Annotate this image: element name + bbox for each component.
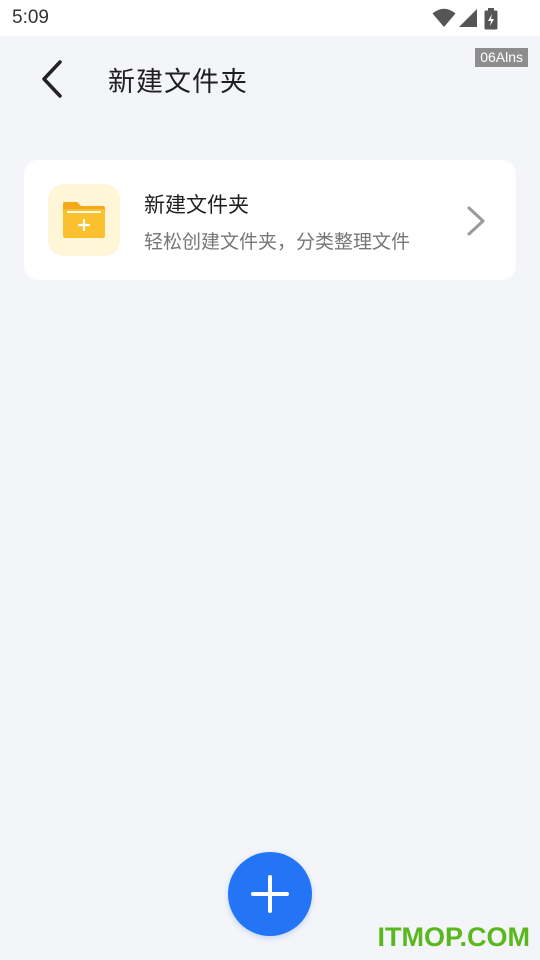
folder-plus-icon	[63, 202, 105, 238]
screen: 5:09 06Alns 新建文件夹 新建文件夹 轻松创建文件夹，分类整理文件 I…	[0, 0, 540, 960]
status-time: 5:09	[12, 7, 49, 28]
status-bar: 5:09	[0, 0, 540, 36]
status-icons	[432, 8, 498, 30]
cellular-signal-icon	[459, 9, 477, 27]
card-icon-container	[48, 184, 120, 256]
wifi-icon	[432, 8, 456, 27]
battery-charging-icon	[484, 8, 498, 30]
plus-icon	[251, 875, 289, 913]
new-folder-card[interactable]: 新建文件夹 轻松创建文件夹，分类整理文件	[24, 160, 516, 280]
card-subtitle: 轻松创建文件夹，分类整理文件	[144, 231, 411, 253]
card-title: 新建文件夹	[144, 193, 249, 217]
watermark: ITMOP.COM	[377, 922, 530, 952]
back-button[interactable]	[34, 58, 70, 100]
version-badge: 06Alns	[475, 48, 528, 67]
chevron-right-icon	[467, 206, 485, 236]
add-folder-fab[interactable]	[228, 852, 312, 936]
page-title: 新建文件夹	[108, 67, 248, 98]
chevron-left-icon	[42, 60, 62, 98]
